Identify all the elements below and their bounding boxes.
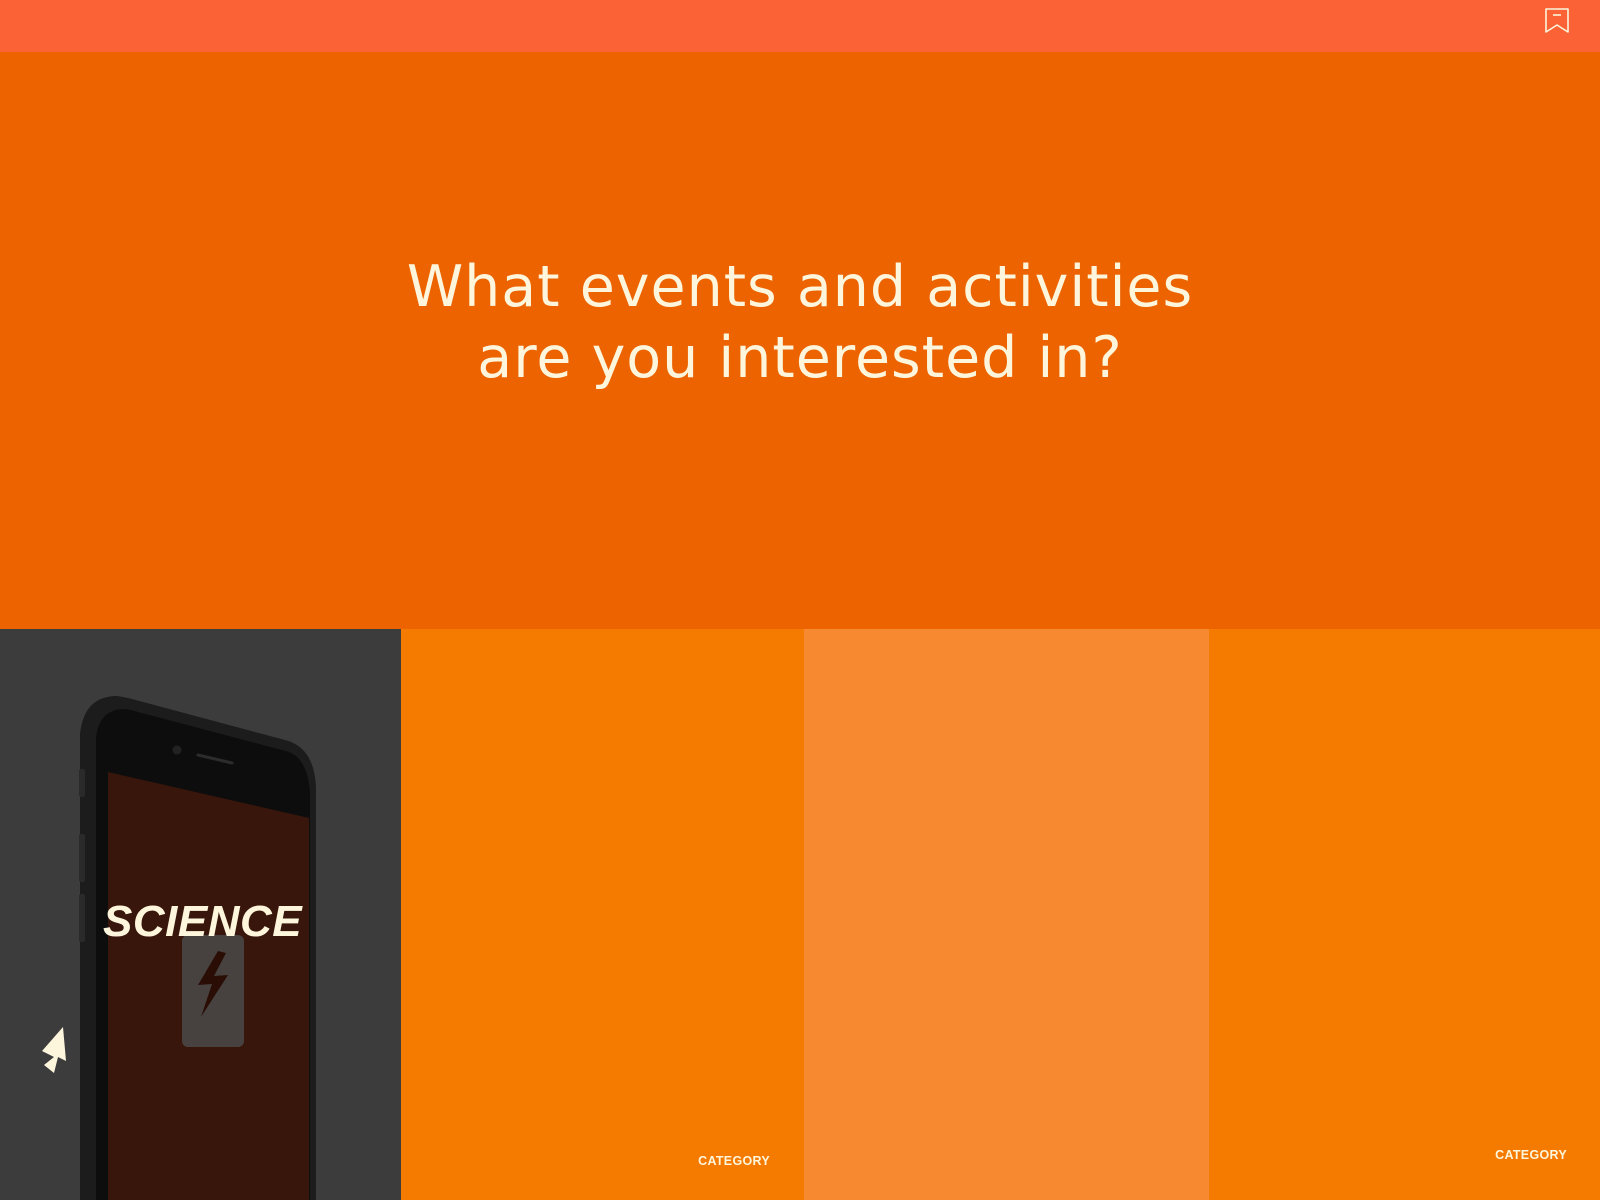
category-grid: SCIENCE CATEGORY CATEGORY <box>0 629 1600 1200</box>
cursor-icon <box>42 1027 66 1073</box>
bookmark-icon[interactable] <box>1544 8 1570 34</box>
category-tile[interactable]: CATEGORY <box>401 629 804 1200</box>
category-label: CATEGORY <box>698 1154 770 1168</box>
category-tile[interactable]: CATEGORY <box>1209 629 1600 1200</box>
category-label: SCIENCE <box>103 897 303 946</box>
category-label: CATEGORY <box>1495 1148 1567 1162</box>
hero-section: What events and activities are you inter… <box>0 52 1600 629</box>
category-tile-science[interactable]: SCIENCE <box>0 629 401 1200</box>
top-bar <box>0 0 1600 52</box>
hero-title: What events and activities are you inter… <box>406 253 1194 391</box>
category-tile[interactable] <box>804 629 1209 1200</box>
